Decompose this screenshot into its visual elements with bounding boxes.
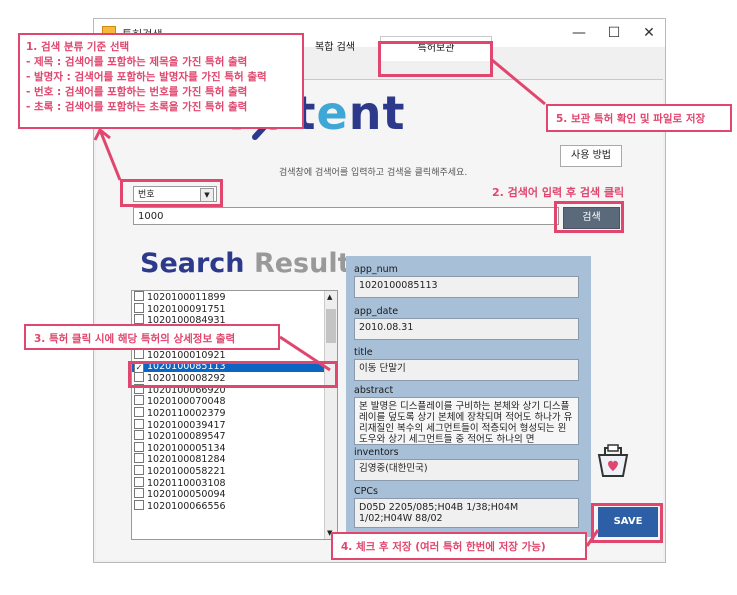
callout-arrows — [93, 58, 600, 547]
callout-arrow-4 — [585, 529, 600, 547]
callout-arrow-5 — [491, 58, 546, 106]
callout-arrow-3 — [279, 335, 331, 372]
